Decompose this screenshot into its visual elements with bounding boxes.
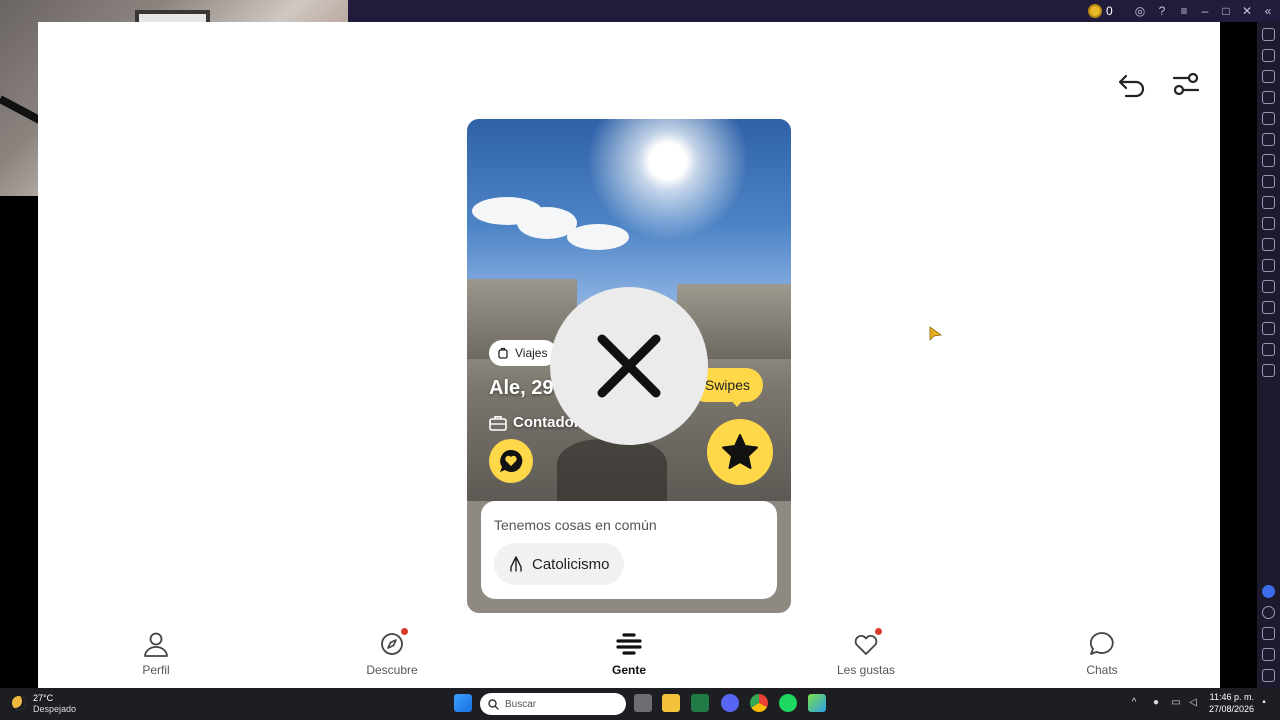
nav-item-les-gustas[interactable]: Les gustas xyxy=(821,628,911,677)
undo-icon xyxy=(1118,74,1145,98)
common-interests-box: Tenemos cosas en común Catolicismo xyxy=(481,501,777,599)
bumble-hive-icon xyxy=(616,633,642,655)
profile-job: Contador xyxy=(489,414,580,431)
account-icon[interactable]: ◎ xyxy=(1132,3,1148,19)
hands-praying-icon xyxy=(510,556,522,572)
fullscreen-icon[interactable] xyxy=(1262,28,1275,41)
chat-heart-icon xyxy=(500,449,523,472)
network-icon[interactable]: ▭ xyxy=(1170,697,1182,709)
common-interest-label: Catolicismo xyxy=(532,555,610,573)
profile-name-age: Ale, 29 xyxy=(489,377,554,399)
user-icon xyxy=(144,632,168,657)
home-icon[interactable] xyxy=(1262,648,1275,661)
common-interest-chip: Catolicismo xyxy=(494,543,624,585)
tray-chevron-icon[interactable]: ^ xyxy=(1128,697,1140,709)
back-icon[interactable] xyxy=(1262,627,1275,640)
menu-icon[interactable]: ≡ xyxy=(1176,3,1192,19)
multi-instance-icon[interactable] xyxy=(1262,280,1275,293)
notification-dot xyxy=(875,628,882,635)
clock-date[interactable]: 27/08/2026 xyxy=(1208,704,1254,714)
taskbar-search[interactable]: Buscar xyxy=(480,693,626,715)
interest-tag-label: Viajes xyxy=(515,346,548,360)
refresh-icon[interactable] xyxy=(1262,364,1275,377)
spotify-icon[interactable] xyxy=(779,694,797,712)
settings-icon[interactable] xyxy=(1262,606,1275,619)
undo-button[interactable] xyxy=(1116,68,1148,100)
record-icon[interactable] xyxy=(1262,217,1275,230)
speaker-icon[interactable]: ◁ xyxy=(1187,697,1199,709)
task-view-icon[interactable] xyxy=(634,694,652,712)
weather-temperature: 27°C xyxy=(33,693,54,703)
volume-icon[interactable] xyxy=(1262,49,1275,62)
minimize-icon[interactable]: – xyxy=(1197,3,1213,19)
weather-description: Despejado xyxy=(33,704,77,714)
superswipe-tooltip-tail xyxy=(729,398,745,407)
interest-tag: Viajes xyxy=(489,340,558,366)
notifications-icon[interactable]: ▪ xyxy=(1258,697,1270,709)
sync-icon[interactable] xyxy=(1262,133,1275,146)
discord-icon[interactable] xyxy=(721,694,739,712)
letterbox-left xyxy=(0,196,38,688)
dislike-overlay[interactable] xyxy=(550,287,708,445)
clock-time[interactable]: 11:46 p. m. xyxy=(1208,692,1254,702)
close-window-icon[interactable]: ✕ xyxy=(1239,3,1255,19)
gamepad-icon[interactable] xyxy=(1262,154,1275,167)
filter-icon xyxy=(1172,72,1200,96)
windows-start-icon[interactable] xyxy=(454,694,472,712)
letterbox-right xyxy=(1220,22,1257,688)
microphone-icon[interactable]: ● xyxy=(1150,697,1162,709)
superswipe-button[interactable] xyxy=(707,419,773,485)
keyboard-icon[interactable] xyxy=(1262,91,1275,104)
mouse-cursor-icon xyxy=(929,326,943,341)
excel-icon[interactable] xyxy=(691,694,709,712)
nav-item-perfil[interactable]: Perfil xyxy=(111,630,201,677)
nav-label: Chats xyxy=(1086,663,1118,677)
search-placeholder: Buscar xyxy=(505,698,537,710)
chat-bubble-icon xyxy=(1089,632,1114,655)
compliment-button[interactable] xyxy=(489,439,533,483)
windows-taskbar: 27°C Despejado Buscar ^ ● ▭ ◁ 11:46 p. m… xyxy=(0,688,1280,720)
coin-icon xyxy=(1088,4,1102,18)
emulator-sidebar xyxy=(1257,22,1280,688)
nav-label: Les gustas xyxy=(836,663,896,677)
recents-icon[interactable] xyxy=(1262,669,1275,682)
collapse-icon[interactable]: « xyxy=(1260,3,1276,19)
layers-icon[interactable] xyxy=(1262,343,1275,356)
rotate-icon[interactable] xyxy=(1262,112,1275,125)
notification-dot xyxy=(401,628,408,635)
coin-count: 0 xyxy=(1106,4,1113,18)
file-explorer-icon[interactable] xyxy=(662,694,680,712)
maximize-icon[interactable]: □ xyxy=(1218,3,1234,19)
photo-shadow xyxy=(557,439,667,501)
nav-item-gente[interactable]: Gente xyxy=(584,630,674,677)
filter-button[interactable] xyxy=(1170,68,1202,100)
close-icon xyxy=(597,334,661,398)
screenshot-icon[interactable] xyxy=(1262,196,1275,209)
nav-label: Gente xyxy=(611,663,646,677)
luggage-icon xyxy=(498,347,508,359)
briefcase-icon xyxy=(489,415,507,431)
eco-icon[interactable] xyxy=(1262,301,1275,314)
chrome-icon[interactable] xyxy=(750,694,768,712)
bluestacks-icon[interactable] xyxy=(808,694,826,712)
photo-cloud xyxy=(567,224,629,250)
search-icon xyxy=(488,698,499,710)
media-icon[interactable] xyxy=(1262,238,1275,251)
location-icon[interactable] xyxy=(1262,322,1275,335)
bottom-navigation: Perfil Descubre Gente Les gustas Chats xyxy=(38,620,1220,688)
nav-item-chats[interactable]: Chats xyxy=(1057,630,1147,677)
airplane-icon[interactable] xyxy=(1262,259,1275,272)
nav-item-descubre[interactable]: Descubre xyxy=(347,628,437,677)
help-icon[interactable]: ? xyxy=(1154,3,1170,19)
nav-label: Perfil xyxy=(142,663,170,677)
star-icon xyxy=(722,434,758,469)
add-icon[interactable] xyxy=(1262,585,1275,598)
common-interests-title: Tenemos cosas en común xyxy=(494,517,657,533)
video-icon[interactable] xyxy=(1262,70,1275,83)
macro-icon[interactable] xyxy=(1262,175,1275,188)
moon-weather-icon xyxy=(12,696,26,710)
nav-label: Descubre xyxy=(366,663,418,677)
